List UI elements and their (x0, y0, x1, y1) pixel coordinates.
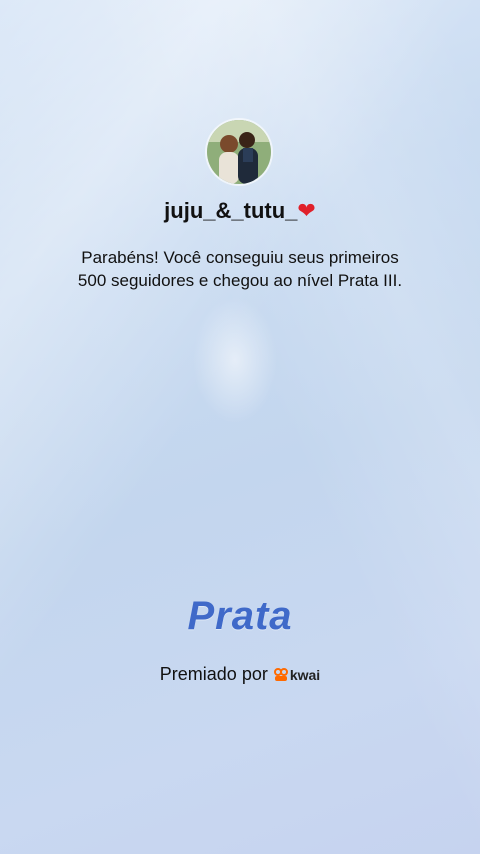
message-line-2: 500 seguidores e chegou ao nível Prata I… (77, 271, 403, 290)
level-name: Prata (187, 594, 293, 638)
heart-icon: ❤ (297, 198, 316, 223)
kwai-logo: kwai (273, 666, 321, 683)
avatar (207, 120, 271, 184)
kwai-brand-text: kwai (289, 666, 321, 683)
username-text: juju_&_tutu_ (164, 198, 298, 223)
message-line-1: Parabéns! Você conseguiu seus primeiros (81, 248, 399, 267)
awarded-label: Premiado por (159, 664, 268, 684)
awarded-by: Premiado por kwai (0, 664, 480, 685)
username: juju_&_tutu_❤ (0, 198, 480, 224)
kwai-logo-icon (273, 667, 288, 681)
congrats-message: Parabéns! Você conseguiu seus primeiros … (40, 246, 440, 292)
